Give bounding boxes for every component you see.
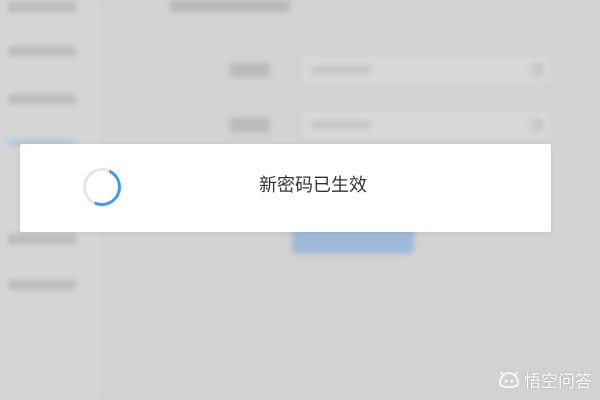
screen: 新密码已生效 悟空问答 — [0, 0, 600, 400]
wukong-logo-icon — [499, 371, 519, 388]
background-password-field — [300, 110, 552, 140]
toast-message: 新密码已生效 — [259, 175, 367, 196]
background-field-label — [230, 118, 270, 132]
background-field-label — [230, 63, 270, 77]
background-field-text — [311, 66, 371, 74]
background-form-row — [230, 110, 560, 140]
background-field-text — [311, 121, 371, 129]
background-sidebar-item — [8, 46, 76, 56]
background-eye-icon — [529, 117, 545, 133]
background-form-row — [230, 55, 560, 85]
background-sidebar-item — [8, 2, 76, 12]
background-password-field — [300, 55, 552, 85]
background-sidebar-item — [8, 234, 76, 244]
background-page-title — [170, 0, 290, 12]
watermark-text: 悟空问答 — [524, 372, 592, 392]
watermark: 悟空问答 — [498, 367, 592, 392]
background-sidebar-item — [8, 280, 76, 290]
background-sidebar-item — [8, 94, 76, 104]
background-eye-icon — [529, 62, 545, 78]
